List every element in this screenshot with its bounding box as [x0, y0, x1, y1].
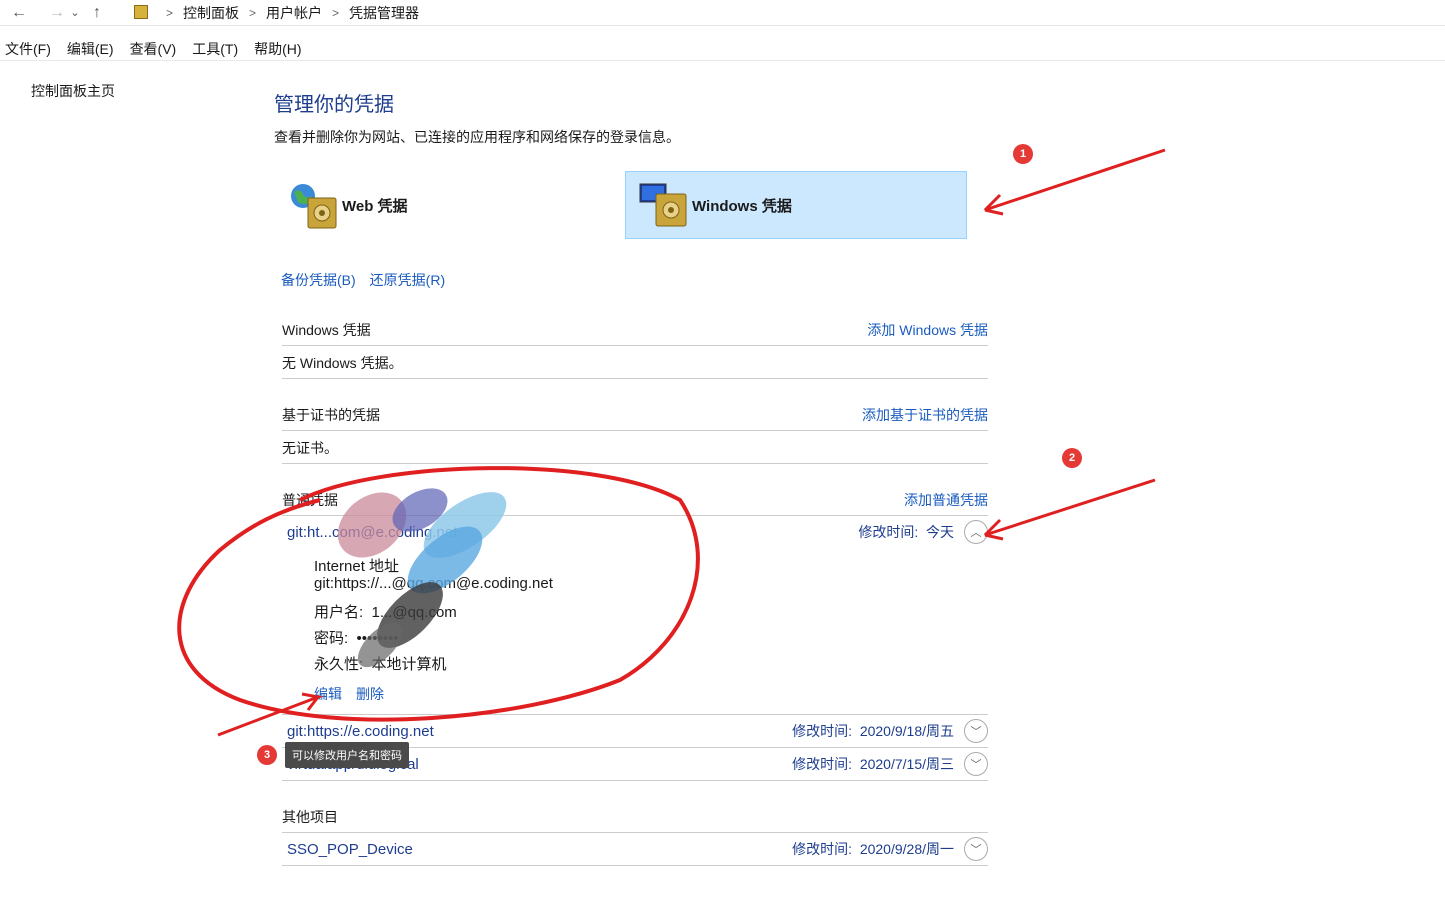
recent-locations-chevron-icon[interactable]: ⌄: [68, 2, 82, 24]
tab-windows-credentials[interactable]: Windows 凭据: [625, 171, 967, 239]
modified-label: 修改时间:: [858, 524, 919, 540]
modified-label: 修改时间:: [792, 841, 853, 857]
breadcrumb: > 控制面板 > 用户帐户 > 凭据管理器: [156, 0, 419, 25]
cert-credentials-title: 基于证书的凭据: [282, 407, 380, 423]
tooltip: 可以修改用户名和密码: [285, 742, 409, 768]
password-value: ••••••••: [356, 630, 399, 647]
modified-value: 2020/7/15/周三: [859, 756, 954, 772]
breadcrumb-item-control-panel[interactable]: 控制面板: [183, 3, 239, 23]
other-items-title: 其他项目: [282, 809, 338, 825]
menu-bar: 文件(F) 编辑(E) 查看(V) 工具(T) 帮助(H): [0, 37, 1445, 61]
menu-help[interactable]: 帮助(H): [248, 39, 307, 59]
collapse-chevron-up-icon[interactable]: ︿: [964, 520, 988, 544]
modified-value: 2020/9/28/周一: [859, 841, 954, 857]
breadcrumb-separator-icon: >: [166, 5, 174, 20]
annotation-arrow-2: [983, 478, 1156, 541]
credential-entry-name: git:ht...com@e.coding.net: [287, 523, 458, 541]
up-arrow-icon[interactable]: ↑: [86, 2, 108, 24]
web-credentials-icon: [288, 180, 338, 230]
divider: [282, 780, 988, 781]
other-items-header: 其他项目: [282, 807, 988, 827]
internet-address-label: Internet 地址: [314, 558, 400, 575]
credential-entry-name: git:https://e.coding.net: [287, 722, 434, 740]
backup-restore-links: 备份凭据(B) 还原凭据(R): [281, 270, 445, 290]
credential-entry-modified: 修改时间: 今天 ︿: [858, 520, 988, 544]
annotation-badge-2: 2: [1062, 448, 1082, 468]
menu-edit[interactable]: 编辑(E): [61, 39, 120, 59]
divider: [282, 378, 988, 379]
divider: [282, 463, 988, 464]
credential-entry-modified: 修改时间: 2020/7/15/周三 ﹀: [792, 752, 988, 776]
annotation-badge-3: 3: [257, 745, 277, 765]
modified-label: 修改时间:: [792, 756, 853, 772]
menu-view[interactable]: 查看(V): [124, 39, 183, 59]
expand-chevron-down-icon[interactable]: ﹀: [964, 752, 988, 776]
tab-web-label: Web 凭据: [342, 197, 408, 215]
credential-entry-modified: 修改时间: 2020/9/18/周五 ﹀: [792, 719, 988, 743]
add-windows-credential-link[interactable]: 添加 Windows 凭据: [867, 320, 988, 340]
username-label: 用户名:: [314, 604, 364, 621]
delete-credential-link[interactable]: 删除: [356, 684, 384, 704]
internet-address-value: git:https://...@qq.com@e.coding.net: [314, 575, 553, 592]
divider: [282, 865, 988, 866]
control-panel-home-link[interactable]: 控制面板主页: [31, 81, 115, 101]
breadcrumb-separator-icon: >: [249, 5, 257, 20]
credential-actions: 编辑 删除: [314, 684, 384, 704]
modified-value: 2020/9/18/周五: [859, 723, 954, 739]
persistence-row: 永久性: 本地计算机: [314, 653, 447, 674]
add-generic-credential-link[interactable]: 添加普通凭据: [904, 490, 988, 510]
menu-tools[interactable]: 工具(T): [186, 39, 244, 59]
credential-entry-expanded[interactable]: git:ht...com@e.coding.net 修改时间: 今天 ︿: [282, 516, 988, 548]
menu-file[interactable]: 文件(F): [0, 39, 57, 59]
windows-credentials-title: Windows 凭据: [282, 322, 371, 338]
modified-value: 今天: [926, 524, 954, 540]
backup-credentials-link[interactable]: 备份凭据(B): [281, 270, 356, 290]
restore-credentials-link[interactable]: 还原凭据(R): [370, 270, 445, 290]
annotation-badge-1: 1: [1013, 144, 1033, 164]
username-value: 1...@qq.com: [371, 604, 457, 621]
modified-label: 修改时间:: [792, 723, 853, 739]
password-row: 密码: ••••••••: [314, 627, 399, 648]
breadcrumb-item-user-accounts[interactable]: 用户帐户: [266, 3, 322, 23]
credential-entry-modified: 修改时间: 2020/9/28/周一 ﹀: [792, 837, 988, 861]
divider: [282, 430, 988, 431]
persistence-value: 本地计算机: [371, 656, 447, 673]
edit-credential-link[interactable]: 编辑: [314, 684, 342, 704]
persistence-label: 永久性:: [314, 656, 364, 673]
address-bar: ← → ⌄ ↑ > 控制面板 > 用户帐户 > 凭据管理器: [0, 0, 1445, 26]
credential-entry[interactable]: SSO_POP_Device 修改时间: 2020/9/28/周一 ﹀: [282, 833, 988, 865]
cert-credentials-header: 基于证书的凭据 添加基于证书的凭据: [282, 405, 988, 425]
credential-entry-name: SSO_POP_Device: [287, 840, 413, 858]
tab-web-credentials[interactable]: Web 凭据: [288, 178, 408, 232]
windows-credentials-icon: [638, 180, 688, 230]
windows-credentials-empty: 无 Windows 凭据。: [282, 355, 403, 371]
tab-windows-label: Windows 凭据: [692, 197, 792, 215]
breadcrumb-item-credential-manager[interactable]: 凭据管理器: [349, 3, 419, 23]
annotation-arrow-1: [983, 148, 1166, 216]
generic-credentials-header: 普通凭据 添加普通凭据: [282, 490, 988, 510]
breadcrumb-separator-icon: >: [332, 5, 340, 20]
divider: [282, 345, 988, 346]
forward-arrow-icon[interactable]: →: [46, 2, 68, 24]
windows-credentials-header: Windows 凭据 添加 Windows 凭据: [282, 320, 988, 340]
page-title: 管理你的凭据: [274, 94, 394, 116]
page-description: 查看并删除你为网站、已连接的应用程序和网络保存的登录信息。: [274, 129, 680, 145]
expand-chevron-down-icon[interactable]: ﹀: [964, 837, 988, 861]
username-row: 用户名: 1...@qq.com: [314, 601, 457, 622]
generic-credentials-title: 普通凭据: [282, 492, 338, 508]
cert-credentials-empty: 无证书。: [282, 440, 338, 456]
password-label: 密码:: [314, 630, 349, 647]
back-arrow-icon[interactable]: ←: [8, 2, 30, 24]
control-panel-icon: [134, 5, 148, 19]
add-cert-credential-link[interactable]: 添加基于证书的凭据: [862, 405, 988, 425]
expand-chevron-down-icon[interactable]: ﹀: [964, 719, 988, 743]
